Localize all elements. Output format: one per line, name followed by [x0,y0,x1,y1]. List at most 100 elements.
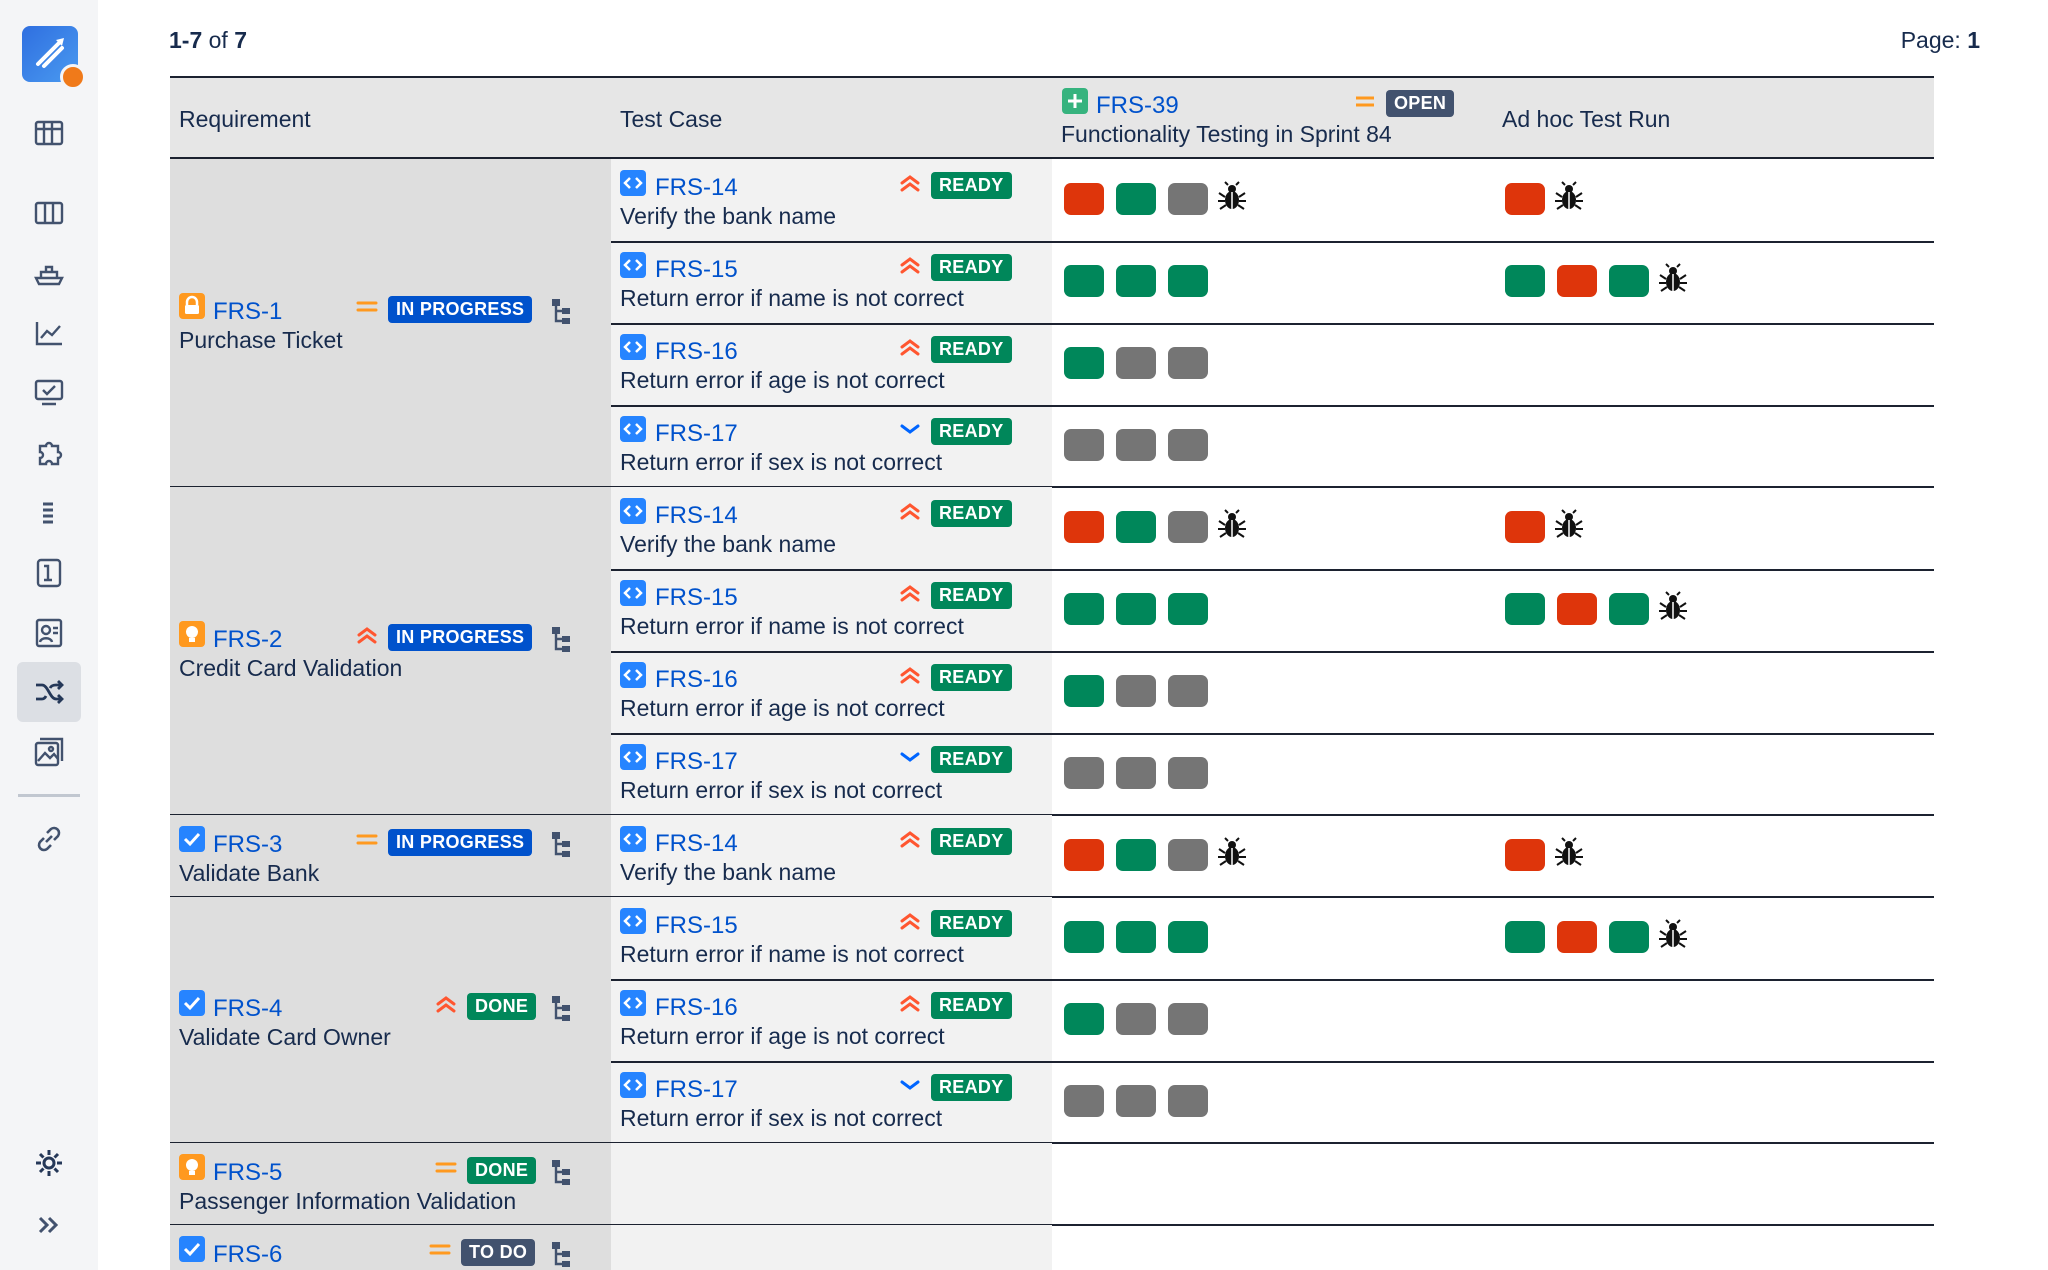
bug-icon[interactable] [1657,591,1689,623]
test-case-key-link[interactable]: FRS-15 [655,584,738,612]
cycle-run-fail[interactable] [1064,511,1104,543]
cycle-run-pass[interactable] [1116,511,1156,543]
bug-icon[interactable] [1216,837,1248,869]
requirement-key-link[interactable]: FRS-5 [213,1159,282,1187]
cycle-run-pass[interactable] [1064,921,1104,953]
test-case-key-link[interactable]: FRS-17 [655,1076,738,1104]
test-case-key-link[interactable]: FRS-17 [655,420,738,448]
cycle-run-none[interactable] [1168,1085,1208,1117]
cycle-run-fail[interactable] [1064,839,1104,871]
cycle-run-pass[interactable] [1116,839,1156,871]
test-case-title: Return error if sex is not correct [620,777,943,803]
adhoc-run-pass[interactable] [1505,265,1545,297]
test-case-icon [620,662,646,688]
bug-icon[interactable] [1553,509,1585,541]
bug-icon[interactable] [1553,837,1585,869]
contact-icon[interactable] [30,614,68,652]
adhoc-run-fail[interactable] [1557,921,1597,953]
cycle-run-none[interactable] [1064,757,1104,789]
cycle-run-pass[interactable] [1064,593,1104,625]
hierarchy-icon[interactable] [550,297,572,325]
cycle-run-pass[interactable] [1168,921,1208,953]
cycle-run-pass[interactable] [1168,593,1208,625]
expand-icon[interactable] [30,1206,68,1244]
cycle-run-pass[interactable] [1064,265,1104,297]
cycle-run-pass[interactable] [1064,347,1104,379]
cycle-run-none[interactable] [1168,347,1208,379]
adhoc-run-fail[interactable] [1557,265,1597,297]
adhoc-run-pass[interactable] [1609,921,1649,953]
adhoc-run-fail[interactable] [1505,183,1545,215]
hierarchy-icon[interactable] [550,1158,572,1186]
requirement-key-link[interactable]: FRS-4 [213,995,282,1023]
hierarchy-icon[interactable] [550,994,572,1022]
requirement-key-link[interactable]: FRS-1 [213,298,282,326]
cycle-run-none[interactable] [1116,675,1156,707]
cycle-run-pass[interactable] [1168,265,1208,297]
link-icon[interactable] [30,820,68,858]
test-case-key-link[interactable]: FRS-16 [655,338,738,366]
bug-icon[interactable] [1216,509,1248,541]
cycle-run-none[interactable] [1116,347,1156,379]
test-case-icon [620,908,646,934]
cycle-run-none[interactable] [1116,429,1156,461]
hierarchy-icon[interactable] [550,625,572,653]
test-case-key-link[interactable]: FRS-14 [655,174,738,202]
cycle-run-none[interactable] [1168,839,1208,871]
settings-icon[interactable] [30,1144,68,1182]
adhoc-run-fail[interactable] [1505,839,1545,871]
gallery-icon[interactable] [30,733,68,771]
test-case-key-link[interactable]: FRS-16 [655,666,738,694]
book-icon[interactable] [30,554,68,592]
cycle-run-pass[interactable] [1116,921,1156,953]
shuffle-icon[interactable] [30,673,68,711]
adhoc-run-pass[interactable] [1505,921,1545,953]
adhoc-run-pass[interactable] [1609,593,1649,625]
requirement-key-link[interactable]: FRS-2 [213,626,282,654]
hierarchy-icon[interactable] [550,1240,572,1268]
cycle-run-pass[interactable] [1116,265,1156,297]
adhoc-run-fail[interactable] [1557,593,1597,625]
cycle-run-none[interactable] [1168,429,1208,461]
ship-icon[interactable] [30,254,68,292]
cycle-run-none[interactable] [1116,1003,1156,1035]
cycle-run-pass[interactable] [1064,1003,1104,1035]
requirement-key-link[interactable]: FRS-3 [213,831,282,859]
hierarchy-icon[interactable] [550,830,572,858]
test-case-key-link[interactable]: FRS-15 [655,912,738,940]
bug-icon[interactable] [1657,263,1689,295]
chart-icon[interactable] [30,314,68,352]
board-icon[interactable] [30,114,68,152]
test-case-key-link[interactable]: FRS-14 [655,502,738,530]
adhoc-run-pass[interactable] [1505,593,1545,625]
logo-icon[interactable] [22,26,86,90]
cycle-run-none[interactable] [1116,1085,1156,1117]
requirement-key-link[interactable]: FRS-6 [213,1241,282,1269]
puzzle-icon[interactable] [30,434,68,472]
cycle-run-none[interactable] [1168,675,1208,707]
cycle-run-none[interactable] [1168,1003,1208,1035]
cycle-run-pass[interactable] [1116,593,1156,625]
list-icon[interactable] [30,494,68,532]
adhoc-run-pass[interactable] [1609,265,1649,297]
cycle-run-none[interactable] [1168,511,1208,543]
test-case-key-link[interactable]: FRS-16 [655,994,738,1022]
test-case-key-link[interactable]: FRS-17 [655,748,738,776]
bug-icon[interactable] [1657,919,1689,951]
cycle-key-link[interactable]: FRS-39 [1096,92,1179,120]
cycle-run-none[interactable] [1064,429,1104,461]
cycle-run-none[interactable] [1116,757,1156,789]
columns-icon[interactable] [30,194,68,232]
adhoc-run-fail[interactable] [1505,511,1545,543]
cycle-run-none[interactable] [1168,183,1208,215]
cycle-run-pass[interactable] [1116,183,1156,215]
cycle-run-none[interactable] [1168,757,1208,789]
bug-icon[interactable] [1216,181,1248,213]
bug-icon[interactable] [1553,181,1585,213]
cycle-run-pass[interactable] [1064,675,1104,707]
test-case-key-link[interactable]: FRS-14 [655,830,738,858]
cycle-run-fail[interactable] [1064,183,1104,215]
test-case-key-link[interactable]: FRS-15 [655,256,738,284]
monitor-icon[interactable] [30,374,68,412]
cycle-run-none[interactable] [1064,1085,1104,1117]
